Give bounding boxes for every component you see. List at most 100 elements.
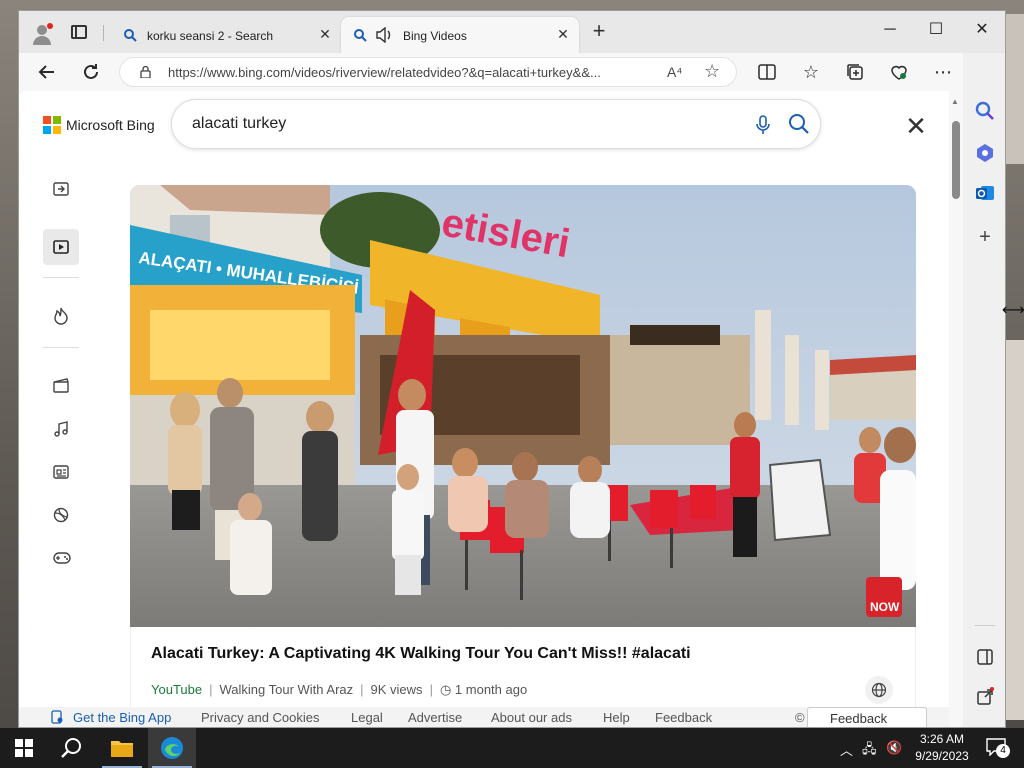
profile-avatar-icon[interactable]	[31, 23, 53, 45]
music-note-icon[interactable]	[43, 411, 79, 447]
tab-strip: korku seansi 2 - Search ✕ Bing Videos ✕ …	[19, 11, 1005, 53]
lock-icon[interactable]	[140, 66, 151, 78]
clock-date: 9/29/2023	[915, 749, 969, 763]
sidebar-search-icon[interactable]	[975, 101, 995, 121]
footer-link-advertise[interactable]: Advertise	[408, 710, 462, 725]
globe-icon[interactable]	[865, 676, 893, 704]
resize-cursor-icon: ⟷	[1002, 302, 1024, 319]
video-views: 9K views	[370, 682, 423, 697]
close-video-button[interactable]: ✕	[905, 113, 927, 139]
footer-link-privacy[interactable]: Privacy and Cookies	[201, 710, 320, 725]
search-input[interactable]: alacati turkey	[192, 115, 286, 133]
minimize-button[interactable]: ─	[867, 15, 913, 45]
gaming-controller-icon[interactable]	[43, 541, 79, 577]
video-player[interactable]: ALAÇATI • MUHALLEBİCİSİ etisleri NOW	[130, 185, 916, 627]
sidebar-open-external-icon[interactable]	[975, 687, 995, 707]
channel-watermark: NOW	[870, 600, 900, 614]
sidebar-add-icon[interactable]: +	[975, 227, 995, 247]
address-bar[interactable]: https://www.bing.com/videos/riverview/re…	[119, 57, 737, 87]
windows-logo-icon	[15, 739, 33, 757]
maximize-button[interactable]: ☐	[913, 15, 959, 45]
search-icon	[354, 29, 367, 42]
refresh-button[interactable]	[79, 60, 103, 84]
browser-essentials-icon[interactable]	[887, 60, 911, 84]
video-channel[interactable]: Walking Tour With Araz	[219, 682, 353, 697]
tab-title: korku seansi 2 - Search	[147, 29, 274, 43]
exit-fullscreen-icon[interactable]	[43, 171, 79, 207]
bing-videos-page: Microsoft Bing alacati turkey ✕ ALAÇATI …	[19, 91, 949, 727]
collections-icon[interactable]	[843, 60, 867, 84]
phone-icon	[51, 710, 63, 727]
url-text[interactable]: https://www.bing.com/videos/riverview/re…	[168, 65, 658, 80]
footer-link-help[interactable]: Help	[603, 710, 630, 725]
clock-time: 3:26 AM	[919, 732, 965, 746]
movies-clapper-icon[interactable]	[43, 367, 79, 403]
start-button[interactable]	[0, 728, 48, 768]
tab-bing-videos[interactable]: Bing Videos ✕	[341, 17, 579, 53]
video-age: 1 month ago	[454, 682, 528, 697]
footer-link-about-ads[interactable]: About our ads	[491, 710, 572, 725]
split-screen-icon[interactable]	[755, 60, 779, 84]
tab-actions-icon[interactable]	[71, 25, 87, 39]
page-footer: Get the Bing App Privacy and Cookies Leg…	[19, 707, 949, 727]
clock-icon: ◷	[439, 682, 455, 697]
microphone-icon[interactable]	[756, 115, 770, 135]
feedback-button[interactable]: Feedback	[807, 707, 927, 727]
sports-ball-icon[interactable]	[43, 497, 79, 533]
address-toolbar: https://www.bing.com/videos/riverview/re…	[19, 53, 1005, 91]
favorite-star-icon[interactable]: ☆	[704, 61, 720, 82]
search-icon[interactable]	[788, 113, 810, 135]
back-button[interactable]	[35, 60, 59, 84]
edge-sidebar: +	[963, 53, 1005, 727]
video-frame: ALAÇATI • MUHALLEBİCİSİ etisleri NOW	[130, 185, 916, 627]
sidebar-panel-icon[interactable]	[975, 647, 995, 667]
volume-muted-icon[interactable]: 🔇	[886, 740, 902, 756]
edge-taskbar-button[interactable]	[148, 728, 196, 768]
video-title[interactable]: Alacati Turkey: A Captivating 4K Walking…	[151, 645, 691, 663]
taskbar-clock[interactable]: 3:26 AM 9/29/2023	[908, 731, 976, 765]
search-icon	[61, 738, 81, 758]
news-icon[interactable]	[43, 454, 79, 490]
arrow-left-icon	[38, 65, 54, 79]
brand-text: Microsoft Bing	[66, 117, 155, 133]
page-scrollbar[interactable]: ▲	[949, 91, 963, 727]
notification-center-icon[interactable]: 4	[986, 738, 1010, 758]
new-tab-icon[interactable]: +	[589, 20, 609, 42]
scrollbar-thumb[interactable]	[952, 121, 960, 199]
tab-search[interactable]: korku seansi 2 - Search ✕	[111, 17, 341, 53]
video-player-icon[interactable]	[43, 229, 79, 265]
desktop-edge	[1006, 14, 1024, 164]
edge-browser-icon	[161, 737, 183, 759]
network-icon[interactable]: 🖧	[862, 740, 877, 762]
read-aloud-icon[interactable]: A⁴	[667, 64, 682, 80]
video-source[interactable]: YouTube	[151, 682, 202, 697]
video-meta: YouTube | Walking Tour With Araz | 9K views |…	[151, 682, 528, 697]
refresh-icon	[84, 64, 98, 79]
sidebar-shopping-icon[interactable]	[975, 143, 995, 163]
footer-link-feedback[interactable]: Feedback	[655, 710, 712, 725]
taskbar-search-button[interactable]	[48, 728, 96, 768]
close-window-button[interactable]: ✕	[959, 15, 1005, 45]
footer-link-legal[interactable]: Legal	[351, 710, 383, 725]
folder-icon	[111, 741, 133, 757]
microsoft-logo-icon	[43, 116, 61, 134]
search-box[interactable]: alacati turkey	[171, 99, 821, 149]
close-tab-icon[interactable]: ✕	[317, 26, 333, 42]
close-tab-icon[interactable]: ✕	[555, 26, 571, 42]
file-explorer-button[interactable]	[98, 728, 146, 768]
speaker-icon[interactable]	[375, 27, 393, 43]
tab-title: Bing Videos	[403, 29, 467, 43]
more-menu-icon[interactable]: ⋯	[931, 60, 955, 84]
copyright-text: ©	[795, 710, 805, 725]
feedback-button-label: Feedback	[830, 711, 888, 726]
get-bing-app-link[interactable]: Get the Bing App	[73, 710, 171, 725]
browser-window: korku seansi 2 - Search ✕ Bing Videos ✕ …	[18, 10, 1006, 728]
tab-separator	[103, 25, 104, 41]
trending-flame-icon[interactable]	[43, 297, 79, 333]
favorites-icon[interactable]: ☆	[799, 60, 823, 84]
desktop-edge-lower	[1006, 340, 1024, 720]
notification-count-badge: 4	[996, 744, 1010, 758]
sidebar-outlook-icon[interactable]	[975, 183, 995, 203]
search-icon	[124, 29, 137, 42]
tray-overflow-icon[interactable]: ︿	[840, 740, 853, 759]
